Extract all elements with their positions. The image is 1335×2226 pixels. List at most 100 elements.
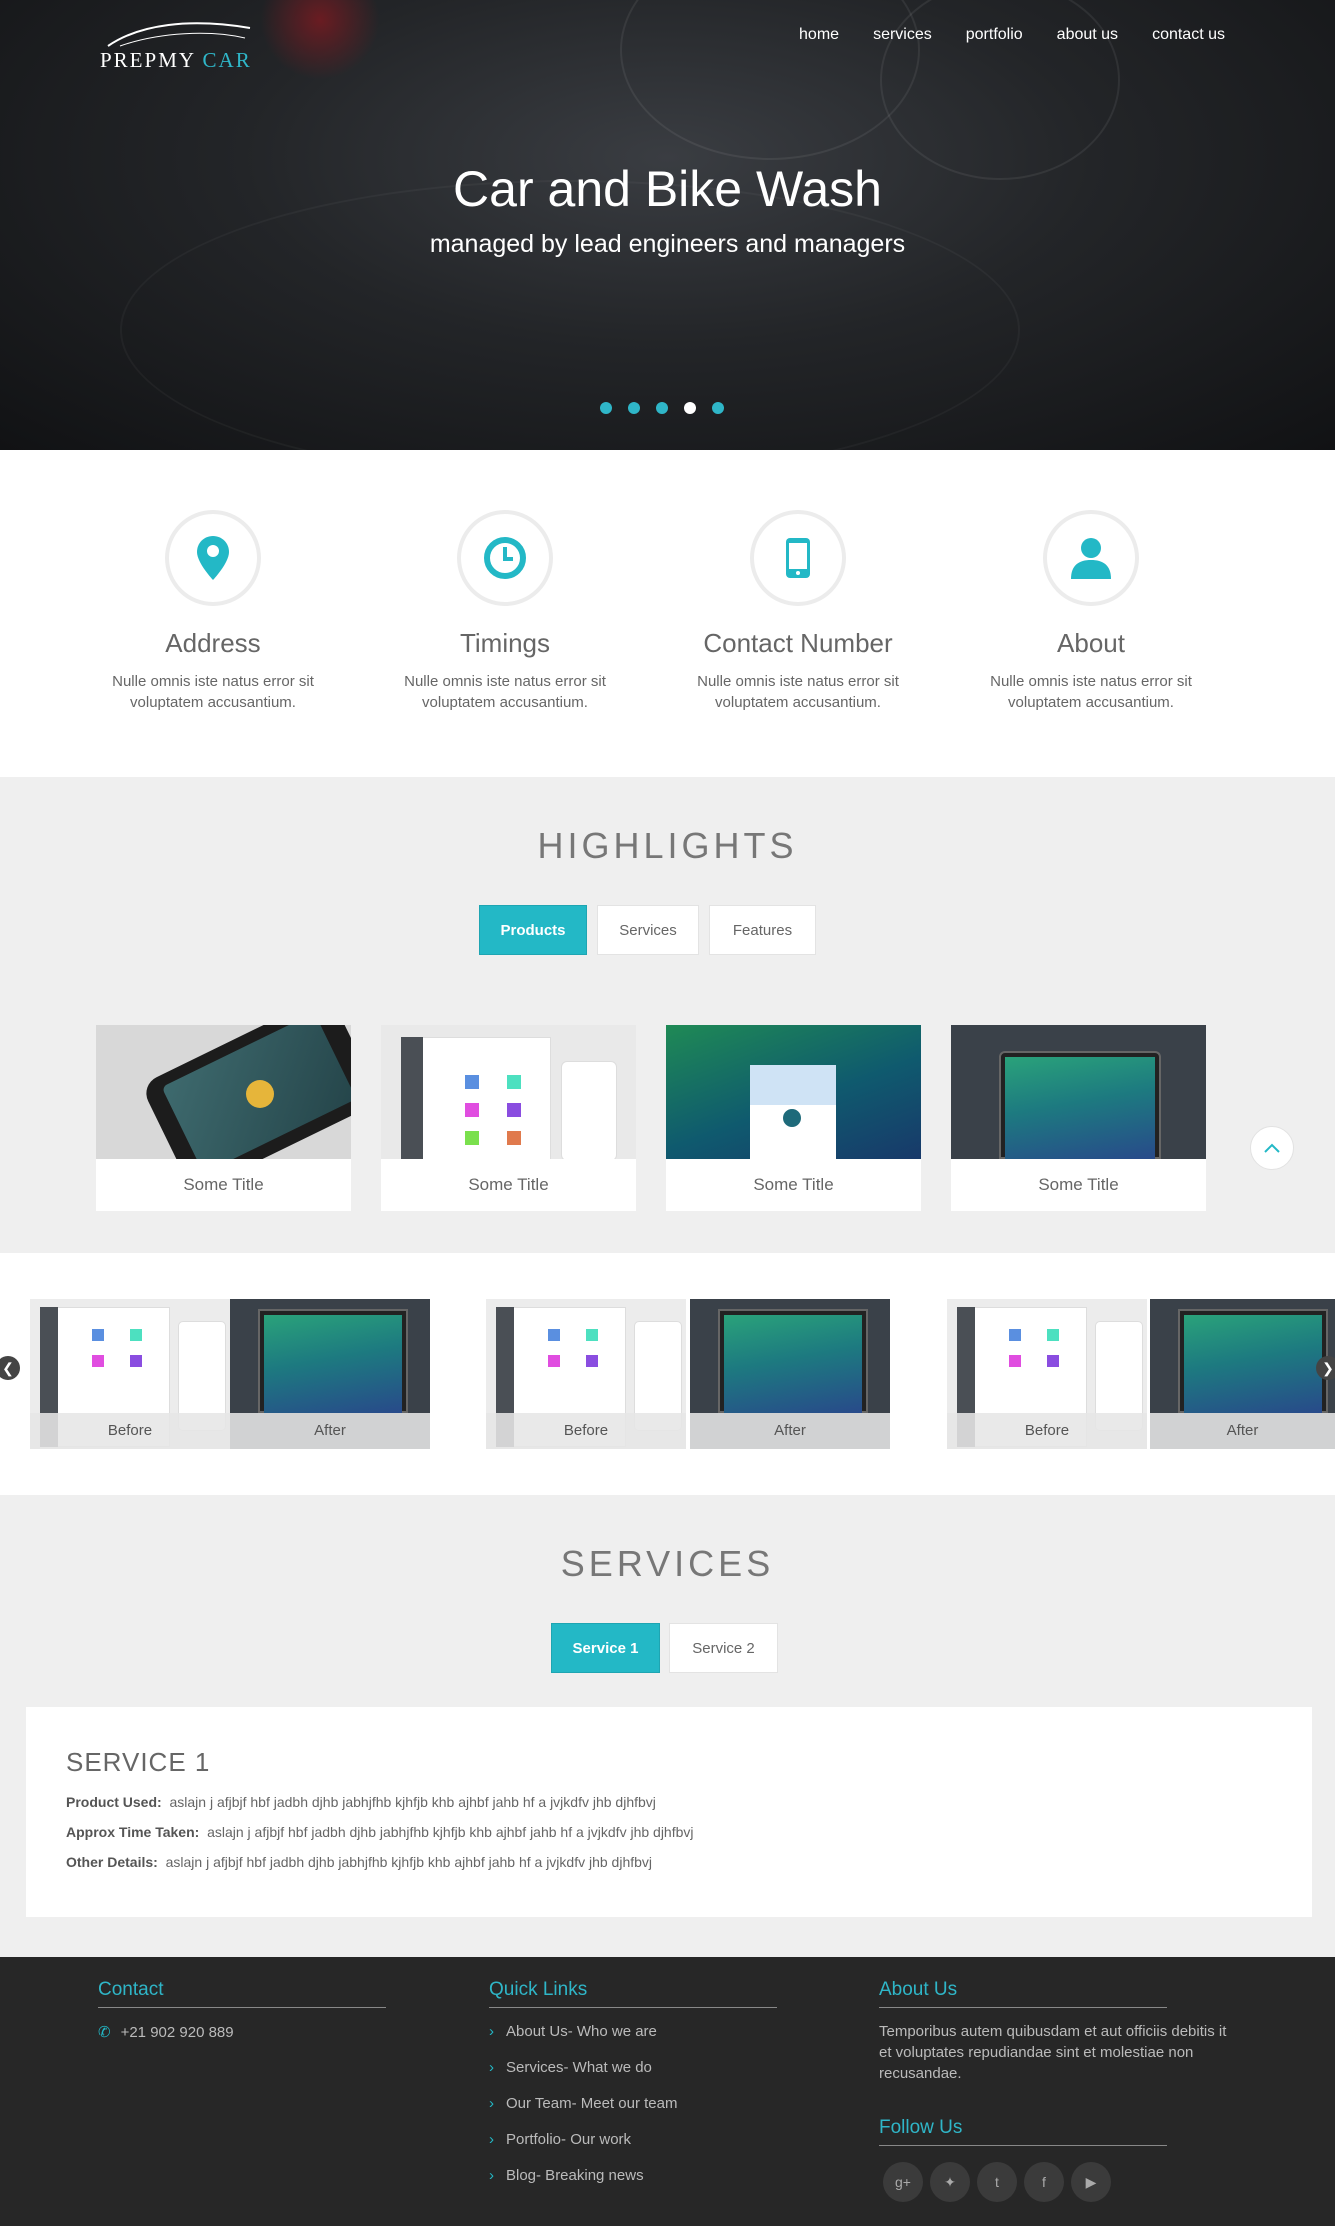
- footer-contact-heading: Contact: [98, 1979, 386, 2008]
- feature-title: Timings: [459, 628, 551, 658]
- service-heading: SERVICE 1: [66, 1747, 211, 1777]
- feature-title: Address: [165, 628, 261, 658]
- nav-portfolio[interactable]: portfolio: [966, 26, 1023, 44]
- service-row-details: Other Details: aslajn j afjbjf hbf jadbh…: [66, 1854, 653, 1870]
- dashboard-image: [381, 1025, 636, 1159]
- product-card[interactable]: Some Title: [951, 1025, 1206, 1211]
- tab-products[interactable]: Products: [479, 905, 587, 955]
- chevron-up-icon: [1264, 1143, 1280, 1153]
- footer: Contact ✆ +21 902 920 889 Quick Links › Ab…: [0, 1957, 1335, 2226]
- nav-contact-us[interactable]: contact us: [1152, 26, 1225, 44]
- feature-title: About: [1057, 628, 1125, 658]
- profile-image: [666, 1025, 921, 1159]
- card-title: Some Title: [468, 1175, 549, 1194]
- highlights-title: HIGHLIGHTS: [537, 825, 798, 866]
- hero-title: Car and Bike Wash: [453, 161, 882, 217]
- feature-about: About Nulle omnis iste natus error sit v…: [971, 510, 1211, 713]
- before-after-section: Before After Before After Before After: [0, 1253, 1335, 1495]
- product-card[interactable]: Some Title: [381, 1025, 636, 1211]
- quick-link[interactable]: › Blog- Breaking news: [489, 2167, 644, 2184]
- tumblr-icon[interactable]: t: [977, 2162, 1017, 2202]
- user-icon: [1043, 510, 1139, 606]
- nav-about-us[interactable]: about us: [1057, 26, 1118, 44]
- before-image: Before: [30, 1299, 230, 1449]
- feature-title: Contact Number: [703, 628, 893, 658]
- feature-text: Nulle omnis iste natus error sit volupta…: [990, 673, 1192, 711]
- logo[interactable]: PREPMY CAR: [100, 20, 260, 72]
- tab-services[interactable]: Services: [597, 905, 699, 955]
- quick-link[interactable]: › About Us- Who we are: [489, 2023, 657, 2040]
- service-row-time: Approx Time Taken: aslajn j afjbjf hbf j…: [66, 1824, 694, 1840]
- chevron-right-icon: ›: [489, 2095, 494, 2112]
- chevron-right-icon: ›: [489, 2167, 494, 2184]
- product-card[interactable]: Some Title: [666, 1025, 921, 1211]
- feature-text: Nulle omnis iste natus error sit volupta…: [404, 673, 606, 711]
- nav-home[interactable]: home: [799, 26, 839, 44]
- phone-icon: [750, 510, 846, 606]
- main-nav: home services portfolio about us contact…: [799, 26, 1225, 44]
- tab-service-2[interactable]: Service 2: [669, 1623, 778, 1673]
- quick-link[interactable]: › Portfolio- Our work: [489, 2131, 631, 2148]
- tab-service-1[interactable]: Service 1: [551, 1623, 660, 1673]
- after-image: After: [690, 1299, 890, 1449]
- before-label: Before: [947, 1413, 1147, 1449]
- before-label: Before: [30, 1413, 230, 1449]
- card-title: Some Title: [183, 1175, 264, 1194]
- hero-banner: PREPMY CAR home services portfolio about…: [0, 0, 1335, 450]
- after-image: After: [230, 1299, 430, 1449]
- footer-follow-heading: Follow Us: [879, 2117, 1167, 2146]
- after-label: After: [690, 1413, 890, 1449]
- map-pin-icon: [165, 510, 261, 606]
- carousel-next-button[interactable]: ❯: [1316, 1356, 1335, 1380]
- footer-about-heading: About Us: [879, 1979, 1167, 2008]
- card-title: Some Title: [1038, 1175, 1119, 1194]
- chevron-left-icon: ❮: [2, 1360, 14, 1376]
- twitter-icon[interactable]: ✦: [930, 2162, 970, 2202]
- services-section: SERVICES Service 1 Service 2 SERVICE 1 P…: [0, 1495, 1335, 1957]
- clock-icon: [457, 510, 553, 606]
- before-image: Before: [947, 1299, 1147, 1449]
- quick-link[interactable]: › Our Team- Meet our team: [489, 2095, 677, 2112]
- service-panel: SERVICE 1 Product Used: aslajn j afjbjf …: [26, 1707, 1312, 1917]
- facebook-icon[interactable]: f: [1024, 2162, 1064, 2202]
- nav-services[interactable]: services: [873, 26, 932, 44]
- slider-dot-active[interactable]: [684, 402, 696, 414]
- after-label: After: [230, 1413, 430, 1449]
- before-after-pair[interactable]: Before After: [486, 1299, 890, 1449]
- after-label: After: [1150, 1413, 1335, 1449]
- service-row-product: Product Used: aslajn j afjbjf hbf jadbh …: [66, 1794, 656, 1810]
- phone-app-image: [96, 1025, 351, 1159]
- slider-dot[interactable]: [600, 402, 612, 414]
- laptop-image: [951, 1025, 1206, 1159]
- before-image: Before: [486, 1299, 686, 1449]
- scroll-to-top-button[interactable]: [1250, 1126, 1294, 1170]
- slider-dot[interactable]: [656, 402, 668, 414]
- phone-icon: ✆: [98, 2024, 111, 2041]
- footer-phone[interactable]: ✆ +21 902 920 889: [98, 2023, 234, 2041]
- feature-text: Nulle omnis iste natus error sit volupta…: [697, 673, 899, 711]
- feature-address: Address Nulle omnis iste natus error sit…: [93, 510, 333, 713]
- slider-dots: [600, 402, 724, 414]
- highlights-section: HIGHLIGHTS Products Services Features So…: [0, 777, 1335, 1253]
- services-title: SERVICES: [560, 1543, 775, 1584]
- product-card[interactable]: Some Title: [96, 1025, 351, 1211]
- before-after-pair[interactable]: Before After: [30, 1299, 430, 1449]
- card-title: Some Title: [753, 1175, 834, 1194]
- feature-timings: Timings Nulle omnis iste natus error sit…: [385, 510, 625, 713]
- footer-about-text: Temporibus autem quibusdam et aut offici…: [879, 2023, 1227, 2082]
- quick-link[interactable]: › Services- What we do: [489, 2059, 652, 2076]
- hero-subtitle: managed by lead engineers and managers: [429, 230, 906, 258]
- youtube-icon[interactable]: ▶: [1071, 2162, 1111, 2202]
- tab-features[interactable]: Features: [709, 905, 816, 955]
- feature-text: Nulle omnis iste natus error sit volupta…: [112, 673, 314, 711]
- feature-contact-number: Contact Number Nulle omnis iste natus er…: [678, 510, 918, 713]
- google-plus-icon[interactable]: g+: [883, 2162, 923, 2202]
- slider-dot[interactable]: [628, 402, 640, 414]
- before-after-pair[interactable]: Before After: [947, 1299, 1335, 1449]
- slider-dot[interactable]: [712, 402, 724, 414]
- footer-quick-links-heading: Quick Links: [489, 1979, 777, 2008]
- chevron-right-icon: ›: [489, 2059, 494, 2076]
- chevron-right-icon: ❯: [1322, 1360, 1334, 1376]
- chevron-right-icon: ›: [489, 2131, 494, 2148]
- chevron-right-icon: ›: [489, 2023, 494, 2040]
